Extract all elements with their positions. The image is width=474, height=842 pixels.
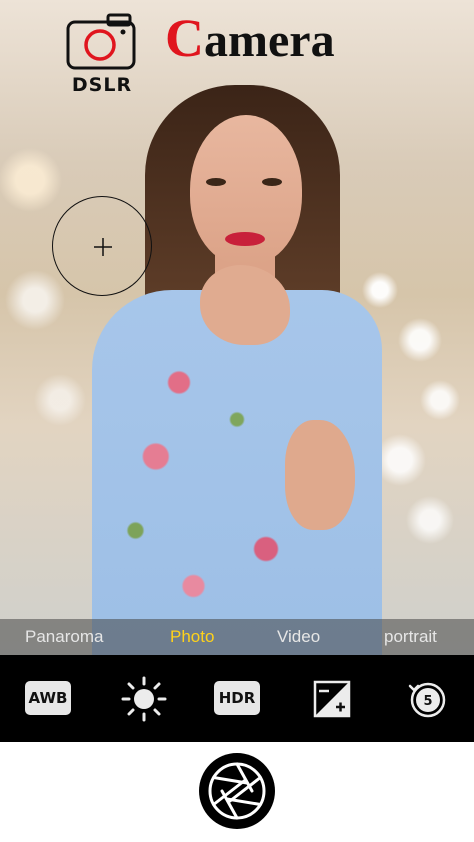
crosshair-icon: [94, 238, 112, 256]
mode-video[interactable]: Video: [277, 619, 320, 655]
subject-second-hand: [285, 420, 355, 530]
app-title-rest: amera: [204, 14, 335, 67]
app-title-initial: C: [165, 8, 204, 68]
timer-5s-icon: 5: [408, 682, 446, 718]
mode-portrait[interactable]: portrait: [384, 619, 437, 655]
mode-selector-bar: Panaroma Photo Video portrait: [0, 619, 474, 655]
awb-label: AWB: [25, 681, 71, 715]
exposure-compensation-button[interactable]: [309, 676, 355, 722]
shutter-area: [0, 742, 474, 842]
app-logo: DSLR: [64, 12, 140, 98]
hdr-label: HDR: [214, 681, 260, 715]
subject-left-eye: [206, 178, 226, 186]
app-title: Camera: [165, 8, 335, 71]
awb-button[interactable]: AWB: [25, 676, 71, 722]
subject-right-eye: [262, 178, 282, 186]
camera-controls-bar: AWB HDR 5: [0, 655, 474, 742]
camera-logo-icon: [66, 13, 136, 70]
focus-ring[interactable]: [52, 196, 152, 296]
subject-lips: [225, 232, 265, 246]
mode-photo[interactable]: Photo: [170, 619, 214, 655]
hdr-button[interactable]: HDR: [214, 676, 260, 722]
brightness-icon: [121, 676, 167, 722]
svg-text:5: 5: [423, 694, 432, 709]
timer-button[interactable]: 5: [404, 676, 450, 722]
exposure-compensation-icon: [313, 680, 351, 718]
aperture-shutter-icon: [199, 753, 275, 829]
mode-panorama[interactable]: Panaroma: [25, 619, 103, 655]
shutter-button[interactable]: [197, 751, 277, 831]
camera-viewfinder[interactable]: DSLR Camera: [0, 0, 474, 655]
brightness-button[interactable]: [121, 676, 167, 722]
app-logo-text: DSLR: [71, 74, 133, 96]
